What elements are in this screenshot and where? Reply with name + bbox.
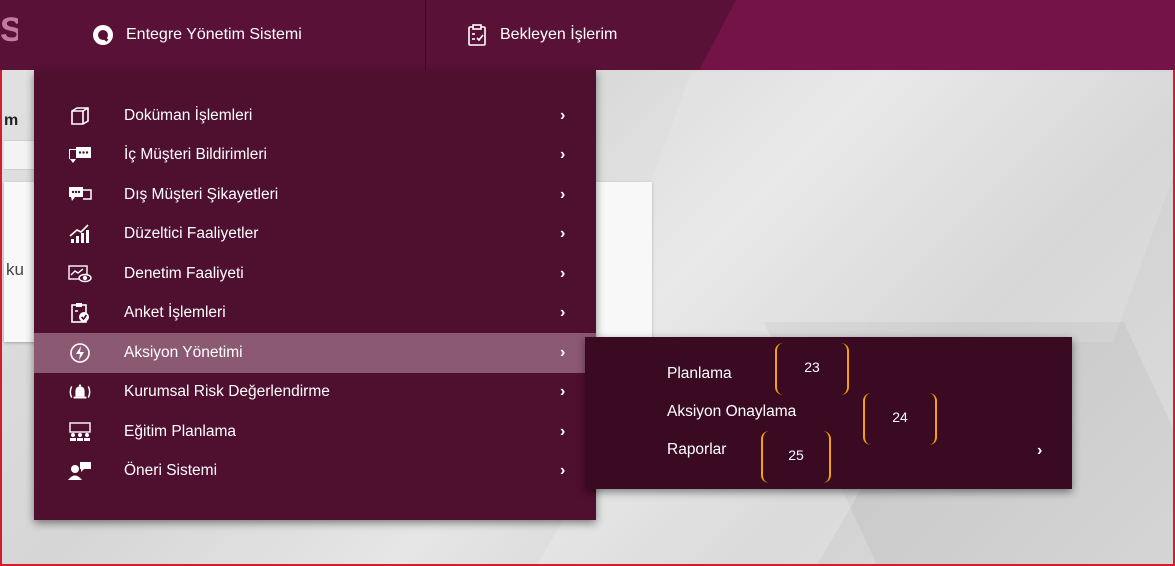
tab-divider [425,0,426,70]
top-navigation-bar: S Entegre Yönetim Sistemi Bekleyen İşler… [0,0,1175,70]
chevron-right-icon: › [560,146,566,164]
box-icon [68,106,92,126]
page-toolbar-strip [4,140,38,170]
clipboard-list-icon [466,24,488,46]
chevron-right-icon: › [560,462,566,480]
menu-item-aksiyon-yonetimi[interactable]: Aksiyon Yönetimi › [34,333,596,373]
lightning-circle-icon [68,342,92,363]
menu-item-label: Öneri Sistemi [124,462,218,480]
menu-item-label: Denetim Faaliyeti [124,264,244,282]
chevron-right-icon: › [1037,442,1043,459]
menu-item-denetim-faaliyeti[interactable]: Denetim Faaliyeti › [34,254,596,294]
menu-item-ic-musteri-bildirimleri[interactable]: İç Müşteri Bildirimleri › [34,136,596,176]
submenu-item-raporlar[interactable]: Raporlar [667,441,726,459]
main-dropdown-menu: Doküman İşlemleri › İç Müşteri Bildiriml… [34,70,596,520]
chevron-right-icon: › [560,264,566,282]
menu-item-duzeltici-faaliyetler[interactable]: Düzeltici Faaliyetler › [34,215,596,255]
menu-item-dis-musteri-sikayetleri[interactable]: Dış Müşteri Şikayetleri › [34,175,596,215]
menu-item-label: Doküman İşlemleri [124,106,253,124]
tab-label: Bekleyen İşlerim [500,26,618,43]
menu-item-egitim-planlama[interactable]: Eğitim Planlama › [34,412,596,452]
menu-item-dokuman-islemleri[interactable]: Doküman İşlemleri › [34,96,596,136]
user-suggestion-icon [68,461,92,481]
q-logo-icon [92,24,114,46]
chevron-right-icon: › [560,343,566,361]
chat-bubbles-icon [68,185,92,205]
callout-number: 23 [804,359,820,375]
chevron-right-icon: › [560,106,566,124]
menu-item-label: İç Müşteri Bildirimleri [124,146,267,164]
callout-bracket: 24 [863,393,937,445]
menu-item-label: Aksiyon Yönetimi [124,343,243,361]
chevron-right-icon: › [560,383,566,401]
menu-item-anket-islemleri[interactable]: Anket İşlemleri › [34,294,596,334]
tab-entegre-yonetim-sistemi[interactable]: Entegre Yönetim Sistemi [92,0,302,70]
chevron-right-icon: › [560,304,566,322]
menu-item-kurumsal-risk-degerlendirme[interactable]: Kurumsal Risk Değerlendirme › [34,373,596,413]
inspection-eye-icon [68,264,92,284]
chevron-right-icon: › [560,225,566,243]
menu-item-label: Düzeltici Faaliyetler [124,225,259,243]
brand-logo-fragment: S [0,12,18,48]
bar-chart-growth-icon [68,224,92,244]
training-group-icon [68,422,92,442]
menu-item-oneri-sistemi[interactable]: Öneri Sistemi › [34,452,596,492]
alarm-bell-icon [68,382,92,402]
menu-item-label: Anket İşlemleri [124,304,226,322]
tab-label: Entegre Yönetim Sistemi [126,26,302,43]
page-heading-fragment: m [4,112,19,129]
callout-bracket: 25 [761,431,831,483]
chevron-right-icon: › [560,422,566,440]
menu-item-label: Eğitim Planlama [124,422,236,440]
submenu-item-planlama[interactable]: Planlama [667,365,732,383]
background-facet [592,72,1173,342]
submenu-item-aksiyon-onaylama[interactable]: Aksiyon Onaylama [667,403,796,421]
callout-number: 25 [788,447,804,463]
chat-bubble-icon [68,145,92,165]
tab-bekleyen-islerim[interactable]: Bekleyen İşlerim [466,0,617,70]
menu-item-label: Dış Müşteri Şikayetleri [124,185,279,203]
menu-item-label: Kurumsal Risk Değerlendirme [124,383,330,401]
callout-number: 24 [892,409,908,425]
chevron-right-icon: › [560,185,566,203]
clipboard-check-icon [68,303,92,324]
callout-bracket: 23 [775,343,849,395]
